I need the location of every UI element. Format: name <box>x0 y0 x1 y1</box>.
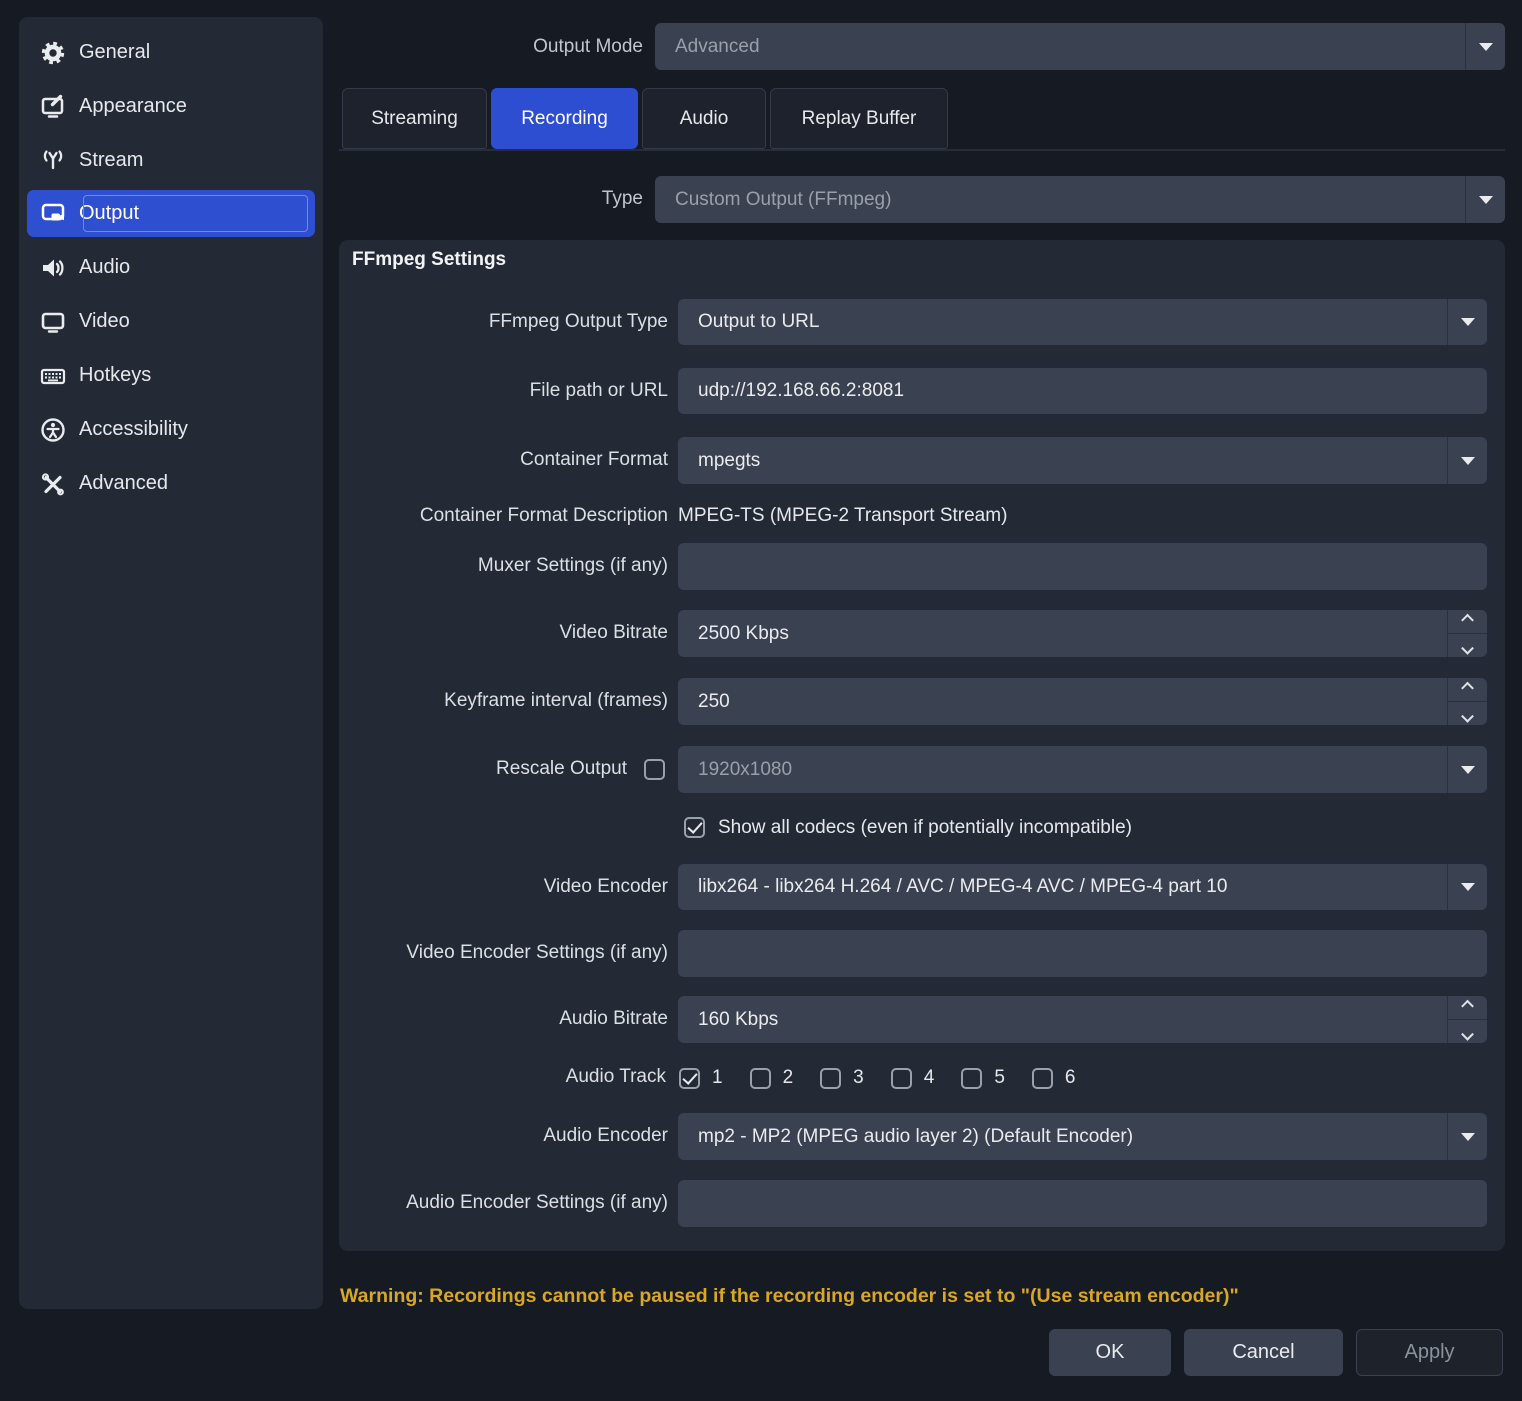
sidebar-item-output[interactable]: Output <box>27 190 315 237</box>
spin-down-icon[interactable] <box>1448 634 1487 657</box>
audio-track-6-checkbox[interactable] <box>1032 1068 1053 1089</box>
rescale-resolution-select[interactable]: 1920x1080 <box>678 746 1487 793</box>
ffmpeg-output-type-select[interactable]: Output to URL <box>678 299 1487 345</box>
sidebar-item-hotkeys[interactable]: Hotkeys <box>27 352 315 399</box>
audio-track-2-checkbox[interactable] <box>750 1068 771 1089</box>
audio-track-label: Audio Track <box>348 1054 666 1100</box>
chevron-down-icon <box>1447 746 1487 793</box>
video-bitrate-spinner[interactable]: 2500 Kbps <box>678 610 1487 657</box>
appearance-icon <box>40 94 66 120</box>
muxer-settings-input[interactable] <box>678 543 1487 590</box>
video-encoder-select[interactable]: libx264 - libx264 H.264 / AVC / MPEG-4 A… <box>678 864 1487 910</box>
keyframe-interval-label: Keyframe interval (frames) <box>348 678 668 724</box>
gear-icon <box>40 40 66 66</box>
chevron-down-icon <box>1447 1113 1487 1160</box>
tab-audio[interactable]: Audio <box>642 88 766 149</box>
type-label: Type <box>343 176 643 222</box>
chevron-down-icon <box>1447 864 1487 910</box>
sidebar-item-label: Accessibility <box>79 418 188 441</box>
sidebar-item-label: General <box>79 41 150 64</box>
sidebar-item-advanced[interactable]: Advanced <box>27 460 315 507</box>
tab-recording[interactable]: Recording <box>491 88 638 149</box>
spin-up-icon[interactable] <box>1448 678 1487 702</box>
audio-track-5-checkbox[interactable] <box>961 1068 982 1089</box>
show-all-codecs-checkbox[interactable] <box>684 817 705 838</box>
audio-track-4-checkbox[interactable] <box>891 1068 912 1089</box>
keyframe-interval-spinner[interactable]: 250 <box>678 678 1487 725</box>
accessibility-icon <box>40 417 66 443</box>
sidebar-item-label: Output <box>79 202 139 225</box>
audio-encoder-settings-input[interactable] <box>678 1180 1487 1227</box>
container-desc-value: MPEG-TS (MPEG-2 Transport Stream) <box>678 504 1007 528</box>
sidebar-item-accessibility[interactable]: Accessibility <box>27 406 315 453</box>
output-mode-select[interactable]: Advanced <box>655 23 1505 70</box>
audio-track-option: 5 <box>961 1066 1005 1090</box>
audio-track-row: 1 2 3 4 5 6 <box>679 1066 1075 1090</box>
rescale-output-checkbox[interactable] <box>644 759 665 780</box>
chevron-down-icon <box>1465 176 1505 223</box>
cancel-button[interactable]: Cancel <box>1184 1329 1343 1376</box>
ok-button[interactable]: OK <box>1049 1329 1171 1376</box>
audio-track-option: 4 <box>891 1066 935 1090</box>
output-mode-label: Output Mode <box>343 24 643 70</box>
audio-track-option: 2 <box>750 1066 794 1090</box>
tab-replay-buffer[interactable]: Replay Buffer <box>770 88 948 149</box>
audio-encoder-settings-label: Audio Encoder Settings (if any) <box>348 1180 668 1226</box>
sidebar-item-audio[interactable]: Audio <box>27 244 315 291</box>
settings-sidebar: General Appearance Stream <box>19 17 323 1309</box>
stream-icon <box>40 148 66 174</box>
audio-icon <box>40 255 66 281</box>
ffmpeg-output-type-label: FFmpeg Output Type <box>348 299 668 345</box>
sidebar-item-general[interactable]: General <box>27 29 315 76</box>
video-encoder-settings-label: Video Encoder Settings (if any) <box>348 930 668 976</box>
spin-up-icon[interactable] <box>1448 996 1487 1020</box>
container-desc-label: Container Format Description <box>348 493 668 539</box>
audio-bitrate-spinner[interactable]: 160 Kbps <box>678 996 1487 1043</box>
container-format-label: Container Format <box>348 437 668 483</box>
chevron-down-icon <box>1465 23 1505 70</box>
audio-track-option: 6 <box>1032 1066 1076 1090</box>
tab-divider <box>339 149 1505 151</box>
audio-encoder-select[interactable]: mp2 - MP2 (MPEG audio layer 2) (Default … <box>678 1113 1487 1160</box>
group-title: FFmpeg Settings <box>352 249 506 271</box>
video-encoder-settings-input[interactable] <box>678 930 1487 977</box>
type-select[interactable]: Custom Output (FFmpeg) <box>655 176 1505 223</box>
spin-down-icon[interactable] <box>1448 1020 1487 1043</box>
hotkeys-icon <box>40 363 66 389</box>
tab-streaming[interactable]: Streaming <box>342 88 487 149</box>
video-bitrate-label: Video Bitrate <box>348 610 668 656</box>
container-format-select[interactable]: mpegts <box>678 437 1487 484</box>
rescale-output-label: Rescale Output <box>348 746 627 792</box>
chevron-down-icon <box>1447 299 1487 345</box>
sidebar-item-label: Hotkeys <box>79 364 151 387</box>
spin-up-icon[interactable] <box>1448 610 1487 634</box>
spin-down-icon[interactable] <box>1448 702 1487 725</box>
file-path-input[interactable]: udp://192.168.66.2:8081 <box>678 368 1487 414</box>
warning-text: Warning: Recordings cannot be paused if … <box>340 1285 1460 1308</box>
audio-track-option: 1 <box>679 1066 723 1090</box>
sidebar-item-label: Appearance <box>79 95 187 118</box>
sidebar-item-video[interactable]: Video <box>27 298 315 345</box>
apply-button[interactable]: Apply <box>1356 1329 1503 1376</box>
audio-track-3-checkbox[interactable] <box>820 1068 841 1089</box>
show-all-codecs-label: Show all codecs (even if potentially inc… <box>718 816 1132 840</box>
sidebar-item-label: Stream <box>79 149 143 172</box>
video-icon <box>40 309 66 335</box>
sidebar-item-stream[interactable]: Stream <box>27 137 315 184</box>
sidebar-item-label: Audio <box>79 256 130 279</box>
audio-encoder-label: Audio Encoder <box>348 1113 668 1159</box>
output-icon <box>40 201 66 227</box>
chevron-down-icon <box>1447 437 1487 484</box>
file-path-label: File path or URL <box>348 368 668 414</box>
muxer-settings-label: Muxer Settings (if any) <box>348 543 668 589</box>
sidebar-item-appearance[interactable]: Appearance <box>27 83 315 130</box>
sidebar-item-label: Video <box>79 310 130 333</box>
advanced-icon <box>40 471 66 497</box>
sidebar-item-label: Advanced <box>79 472 168 495</box>
audio-track-1-checkbox[interactable] <box>679 1068 700 1089</box>
audio-track-option: 3 <box>820 1066 864 1090</box>
video-encoder-label: Video Encoder <box>348 864 668 910</box>
audio-bitrate-label: Audio Bitrate <box>348 996 668 1042</box>
